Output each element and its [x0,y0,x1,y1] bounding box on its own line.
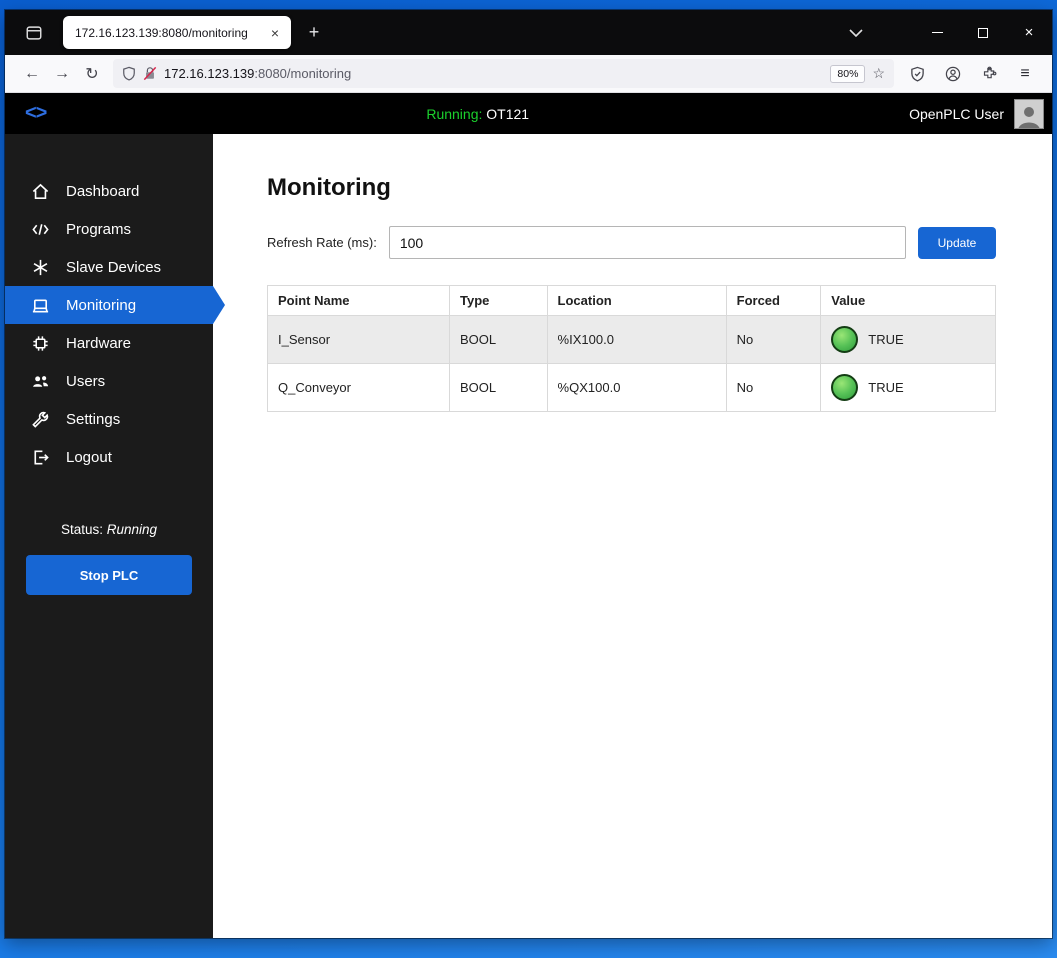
column-header-location: Location [546,285,727,316]
cell-point-name: I_Sensor [267,315,450,364]
cell-forced: No [725,363,822,412]
status-value: Running [106,522,158,537]
plc-status-indicator: Status: Running [5,522,213,537]
running-program-name: OT121 [482,105,530,122]
home-icon [29,182,51,201]
browser-navbar: ← → ↻ 172.16.123.139:8080/monitoring 80%… [5,55,1052,93]
sidebar-item-monitoring[interactable]: Monitoring [5,286,213,324]
logout-icon [29,448,51,467]
sidebar-item-users[interactable]: Users [5,362,213,400]
browser-titlebar: 172.16.123.139:8080/monitoring × + × [5,10,1052,55]
led-indicator-on [831,374,859,401]
app-header: <> Running: OT121 OpenPLC User [5,93,1052,134]
refresh-rate-input[interactable] [388,226,906,259]
sidebar-item-label: Monitoring [66,296,137,314]
cell-location: %QX100.0 [546,363,727,412]
url-text: 172.16.123.139:8080/monitoring [164,66,823,81]
cell-type: BOOL [449,315,548,364]
status-prefix: Status: [60,522,107,537]
monitoring-table: Point Name Type Location Forced Value I_… [267,285,996,412]
sidebar-item-label: Hardware [66,334,132,352]
sidebar-item-slave-devices[interactable]: Slave Devices [5,248,213,286]
new-tab-button[interactable]: + [299,18,329,48]
menu-glyph: ≡ [1020,64,1030,82]
column-header-type: Type [449,285,548,316]
monitor-icon [29,296,51,315]
zoom-level-badge[interactable]: 80% [830,64,866,83]
minimize-icon [931,32,943,33]
url-path: :8080/monitoring [254,66,352,81]
column-header-forced: Forced [725,285,822,316]
menu-icon[interactable]: ≡ [1010,60,1040,88]
openplc-logo: <> [25,102,47,124]
account-icon[interactable] [938,60,968,88]
cell-value: TRUE [820,315,996,364]
minimize-button[interactable] [914,10,960,55]
openplc-app: <> Running: OT121 OpenPLC User Dashboard… [5,93,1052,938]
refresh-rate-row: Refresh Rate (ms): Update [267,226,996,259]
maximize-icon [978,27,988,38]
running-label: Running: [426,105,483,122]
update-button[interactable]: Update [918,226,996,259]
sidebar-item-settings[interactable]: Settings [5,400,213,438]
tab-close-icon[interactable]: × [265,23,285,43]
browser-tab[interactable]: 172.16.123.139:8080/monitoring × [63,16,291,49]
sidebar-item-label: Settings [66,410,121,428]
url-bar[interactable]: 172.16.123.139:8080/monitoring 80% ☆ [113,59,894,88]
navbar-right-icons: ≡ [902,60,1040,88]
sidebar-item-label: Slave Devices [66,258,162,276]
wrench-icon [29,410,51,429]
page-title: Monitoring [267,174,391,201]
sidebar-item-label: Users [66,372,106,390]
sidebar-item-programs[interactable]: Programs [5,210,213,248]
plc-status-text: Running: OT121 [46,106,909,122]
value-text: TRUE [868,332,904,347]
cell-type: BOOL [449,363,548,412]
refresh-rate-label: Refresh Rate (ms): [267,235,377,250]
code-icon [29,220,51,239]
desktop-background: 172.16.123.139:8080/monitoring × + × ← →… [0,0,1057,958]
forward-icon[interactable]: → [47,60,77,88]
cell-location: %IX100.0 [546,315,727,364]
column-header-value: Value [820,285,996,316]
table-header-row: Point Name Type Location Forced Value [267,285,996,316]
bookmark-star-icon[interactable]: ☆ [872,65,885,82]
close-window-button[interactable]: × [1006,10,1052,55]
tabs-list-chevron-icon[interactable] [840,18,872,48]
insecure-lock-icon[interactable] [143,66,157,81]
table-row: Q_Conveyor BOOL %QX100.0 No TRUE [267,363,996,412]
sidebar-item-label: Logout [66,448,112,466]
cell-point-name: Q_Conveyor [267,363,450,412]
tab-title: 172.16.123.139:8080/monitoring [75,25,248,40]
app-body: Dashboard Programs Slave Devices Monitor… [5,134,1052,938]
chip-icon [29,334,51,353]
column-header-point-name: Point Name [267,285,450,316]
table-row: I_Sensor BOOL %IX100.0 No TRUE [267,315,996,364]
sidebar: Dashboard Programs Slave Devices Monitor… [5,134,213,938]
logged-in-user: OpenPLC User [909,105,1004,122]
maximize-button[interactable] [960,10,1006,55]
sidebar-item-label: Dashboard [66,182,140,200]
user-avatar[interactable] [1014,98,1044,129]
reload-icon[interactable]: ↻ [77,60,107,88]
users-icon [29,372,51,391]
value-text: TRUE [868,380,904,395]
url-host: 172.16.123.139 [164,66,255,81]
sidebar-item-hardware[interactable]: Hardware [5,324,213,362]
protections-icon[interactable] [902,60,932,88]
stop-plc-button[interactable]: Stop PLC [26,555,192,595]
browser-window: 172.16.123.139:8080/monitoring × + × ← →… [5,10,1052,938]
cell-value: TRUE [820,363,996,412]
extensions-puzzle-icon[interactable] [974,60,1004,88]
cell-forced: No [725,315,822,364]
permissions-shield-icon[interactable] [122,66,136,81]
sidebar-item-dashboard[interactable]: Dashboard [5,172,213,210]
main-content: Monitoring Refresh Rate (ms): Update Poi… [213,134,1052,938]
network-asterisk-icon [29,258,51,277]
firefox-view-icon[interactable] [19,18,49,48]
back-icon[interactable]: ← [17,60,47,88]
led-indicator-on [831,326,859,353]
sidebar-item-logout[interactable]: Logout [5,438,213,476]
sidebar-item-label: Programs [66,220,132,238]
